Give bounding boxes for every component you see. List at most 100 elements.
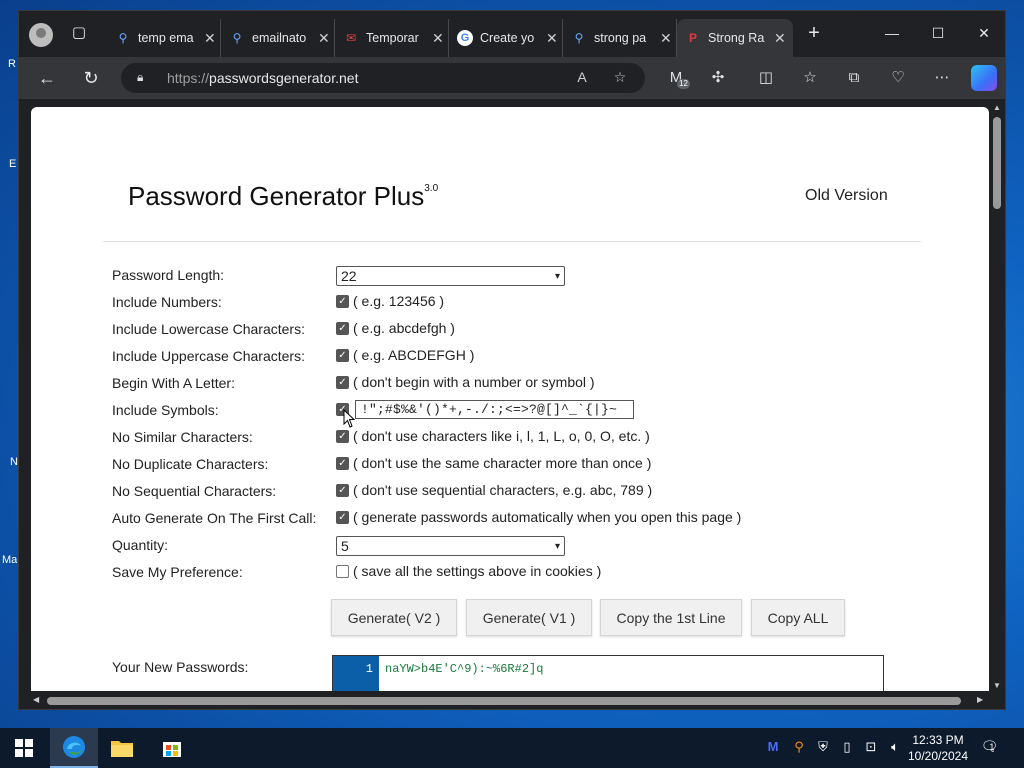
hint-text: ( don't begin with a number or symbol ) (353, 374, 595, 390)
clock[interactable]: 12:33 PM 10/20/2024 (906, 732, 970, 764)
read-aloud-icon[interactable]: A (573, 69, 591, 87)
tab[interactable]: ⚲ strong pa ✕ (563, 19, 677, 57)
profile-avatar[interactable] (29, 23, 53, 47)
symbols-input[interactable]: !";#$%&'()*+,-./:;<=>?@[]^_`{|}~ (355, 400, 634, 419)
malwarebytes-icon[interactable]: M (764, 738, 782, 756)
new-tab-icon[interactable]: + (803, 23, 825, 45)
scroll-thumb[interactable] (47, 697, 961, 705)
tab-bar: ▢ ⚲ temp ema ✕ ⚲ emailnato ✕ ✉ Temporar … (19, 11, 1005, 57)
search-icon: ⚲ (232, 31, 242, 45)
hint-text: ( don't use sequential characters, e.g. … (353, 482, 653, 498)
scroll-down-icon[interactable]: ▼ (993, 681, 1001, 690)
performance-icon[interactable]: ♡ (887, 67, 909, 89)
close-window-icon[interactable]: ✕ (961, 21, 1007, 45)
start-button[interactable] (0, 728, 48, 768)
tab-active[interactable]: P Strong Ra ✕ (677, 19, 793, 57)
scroll-right-icon[interactable]: ▶ (977, 695, 983, 704)
no-sequential-checkbox[interactable]: ✓ (336, 483, 349, 497)
maximize-icon[interactable]: ☐ (915, 21, 961, 45)
scroll-thumb[interactable] (993, 117, 1001, 209)
no-duplicate-checkbox[interactable]: ✓ (336, 456, 349, 470)
split-screen-icon[interactable]: ◫ (755, 67, 777, 89)
lock-icon[interactable]: 🔒︎ (137, 70, 151, 86)
chevron-down-icon: ▾ (554, 270, 560, 282)
close-icon[interactable]: ✕ (774, 30, 786, 47)
divider (103, 241, 921, 242)
search-icon: ⚲ (574, 31, 584, 45)
include-uppercase-row: ✓ ( e.g. ABCDEFGH ) (336, 347, 474, 363)
close-icon[interactable]: ✕ (318, 30, 330, 47)
tab[interactable]: ⚲ emailnato ✕ (221, 19, 335, 57)
include-lowercase-row: ✓ ( e.g. abcdefgh ) (336, 320, 455, 336)
password-length-select[interactable]: 22 ▾ (336, 266, 565, 286)
horizontal-scrollbar[interactable]: ◀ ▶ (31, 695, 991, 707)
close-icon[interactable]: ✕ (660, 30, 672, 47)
include-lowercase-checkbox[interactable]: ✓ (336, 321, 349, 335)
hint-text: ( e.g. ABCDEFGH ) (353, 347, 475, 363)
address-bar[interactable]: 🔒︎ https://passwordsgenerator.net A ☆ (121, 63, 645, 93)
tab-actions-icon[interactable]: ▢ (67, 23, 91, 45)
hint-text: ( don't use characters like i, l, 1, L, … (353, 428, 650, 444)
battery-icon[interactable]: ▯ (838, 738, 856, 756)
web-page: Password Generator Plus3.0 Old Version P… (31, 107, 989, 691)
extensions-icon[interactable]: ✣ (707, 67, 729, 89)
include-uppercase-checkbox[interactable]: ✓ (336, 348, 349, 362)
store-icon (163, 742, 181, 757)
begin-with-letter-label: Begin With A Letter: (112, 375, 235, 391)
scroll-left-icon[interactable]: ◀ (33, 695, 39, 704)
old-version-link[interactable]: Old Version (805, 187, 888, 205)
tab[interactable]: ⚲ temp ema ✕ (107, 19, 221, 57)
password-output[interactable]: 1 naYW>b4E'C^9):~%6R#2]q (332, 655, 884, 691)
close-icon[interactable]: ✕ (546, 30, 558, 47)
taskbar-edge[interactable] (50, 728, 98, 768)
result-label: Your New Passwords: (112, 659, 249, 675)
hint-text: ( don't use the same character more than… (353, 455, 652, 471)
mail-icon: ✉ (345, 31, 357, 45)
clock-time: 12:33 PM (912, 733, 964, 747)
generate-v2-button[interactable]: Generate( V2 ) (331, 599, 457, 636)
auto-generate-checkbox[interactable]: ✓ (336, 510, 349, 524)
notification-icon[interactable]: 🗨︎1 (980, 738, 1004, 758)
include-uppercase-label: Include Uppercase Characters: (112, 348, 305, 364)
refresh-icon[interactable]: ↻ (79, 66, 103, 90)
include-numbers-checkbox[interactable]: ✓ (336, 294, 349, 308)
hint-text: ( e.g. abcdefgh ) (353, 320, 455, 336)
search-tray-icon[interactable]: ⚲ (790, 738, 808, 756)
no-similar-checkbox[interactable]: ✓ (336, 429, 349, 443)
scroll-up-icon[interactable]: ▲ (993, 103, 1001, 112)
volume-icon[interactable]: 🔈︎ (886, 738, 904, 756)
minimize-icon[interactable]: — (869, 21, 915, 45)
extension-m-icon[interactable]: M 12 (665, 67, 690, 89)
tab-title: Temporar (366, 31, 419, 45)
mouse-cursor-icon (343, 409, 356, 428)
password-line[interactable]: naYW>b4E'C^9):~%6R#2]q (385, 662, 543, 676)
copy-all-button[interactable]: Copy ALL (751, 599, 845, 636)
save-preference-checkbox[interactable] (336, 564, 349, 578)
tab[interactable]: G Create yo ✕ (449, 19, 563, 57)
favorites-icon[interactable]: ☆ (799, 67, 821, 89)
begin-with-letter-checkbox[interactable]: ✓ (336, 375, 349, 389)
taskbar-file-explorer[interactable] (98, 728, 146, 768)
quantity-select[interactable]: 5 ▾ (336, 536, 565, 556)
copilot-icon[interactable] (971, 65, 997, 91)
favorite-star-icon[interactable]: ☆ (611, 69, 629, 87)
no-sequential-label: No Sequential Characters: (112, 483, 277, 499)
taskbar-store[interactable] (148, 728, 196, 768)
close-icon[interactable]: ✕ (204, 30, 216, 47)
back-icon[interactable]: ← (35, 66, 59, 90)
include-symbols-row: ✓ !";#$%&'()*+,-./:;<=>?@[]^_`{|}~ (336, 400, 634, 419)
collections-icon[interactable]: ⧉ (843, 67, 865, 89)
tab[interactable]: ✉ Temporar ✕ (335, 19, 449, 57)
network-icon[interactable]: ⊡ (862, 738, 880, 756)
shield-icon[interactable]: ⛨ (814, 738, 832, 756)
edge-icon (63, 736, 85, 758)
more-menu-icon[interactable]: ⋯ (931, 67, 953, 89)
include-numbers-row: ✓ ( e.g. 123456 ) (336, 293, 444, 309)
vertical-scrollbar[interactable]: ▲ ▼ (991, 99, 1003, 693)
close-icon[interactable]: ✕ (432, 30, 444, 47)
generate-v1-button[interactable]: Generate( V1 ) (466, 599, 592, 636)
search-icon: ⚲ (118, 31, 128, 45)
copy-first-line-button[interactable]: Copy the 1st Line (600, 599, 742, 636)
no-duplicate-row: ✓ ( don't use the same character more th… (336, 455, 651, 471)
no-similar-label: No Similar Characters: (112, 429, 253, 445)
